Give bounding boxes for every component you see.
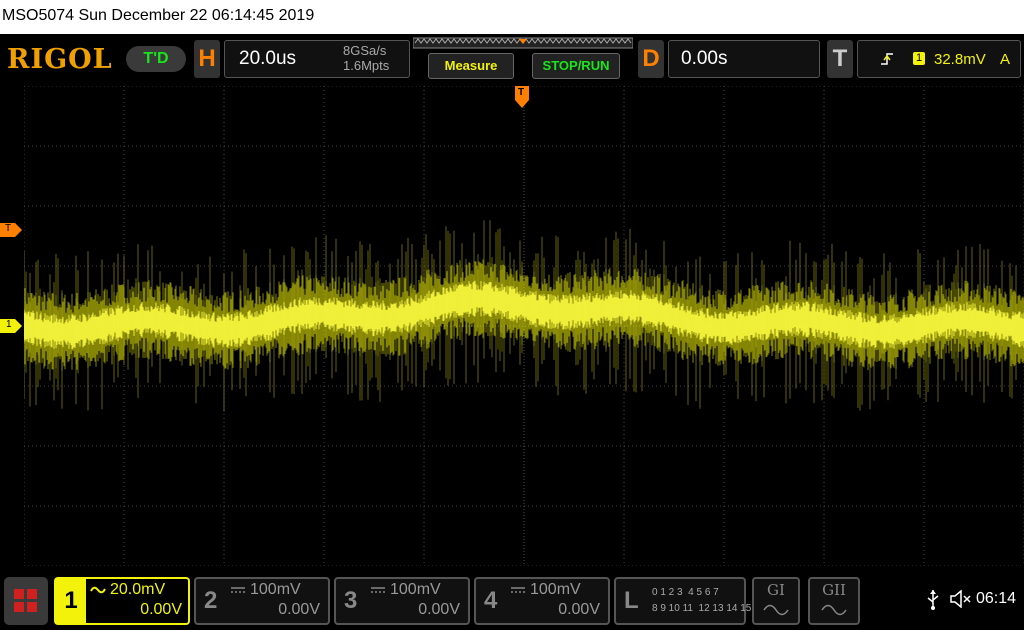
channel1-number: 1 [56, 579, 86, 623]
generator1-button[interactable]: GI [752, 577, 800, 625]
channel2-scale: 100mV [250, 581, 301, 598]
channel4-number: 4 [484, 587, 498, 614]
trigger-panel[interactable]: 1 32.8mV A [857, 40, 1021, 78]
trigger-menu-button[interactable]: T [827, 40, 853, 78]
delay-value: 0.00s [681, 48, 728, 69]
channel3-panel[interactable]: 3 100mV 0.00V [334, 577, 470, 625]
generator2-label: GII [822, 581, 846, 599]
channel4-panel[interactable]: 4 100mV 0.00V [474, 577, 610, 625]
channel1-offset: 0.00V [140, 601, 182, 618]
channel1-offset-marker[interactable]: 1 [0, 319, 22, 333]
trigger-mode: A [1000, 51, 1011, 68]
clock: 06:14 [976, 590, 1017, 607]
dc-coupling-icon [231, 587, 245, 593]
stop-run-button[interactable]: STOP/RUN [532, 53, 620, 79]
trigger-level-marker-label: T [5, 223, 12, 234]
dc-coupling-icon [371, 587, 385, 593]
rigol-logo: RIGOL [7, 44, 113, 75]
channel2-offset: 0.00V [278, 601, 320, 618]
generator2-button[interactable]: GII [808, 577, 860, 625]
title-text: MSO5074 Sun December 22 06:14:45 2019 [2, 7, 315, 24]
channel3-number: 3 [344, 587, 358, 614]
timebase-value: 20.0us [239, 48, 297, 69]
sine-wave-icon [763, 604, 789, 616]
measure-button[interactable]: Measure [428, 53, 514, 79]
trigger-top-label: T [518, 87, 525, 98]
channel3-scale: 100mV [390, 581, 441, 598]
logic-channels-row1: 0 1 2 3 4 5 6 7 [652, 587, 719, 598]
trigger-status-badge: T'D [126, 46, 186, 72]
speaker-muted-icon[interactable] [950, 590, 972, 608]
logic-analyzer-panel[interactable]: L 0 1 2 3 4 5 6 7 8 9 10 11 12 13 14 15 [614, 577, 751, 625]
rising-edge-icon [881, 53, 893, 65]
delay-panel[interactable]: 0.00s [668, 40, 820, 78]
ac-coupling-icon [90, 586, 106, 594]
channel3-offset: 0.00V [418, 601, 460, 618]
memory-position-strip[interactable] [413, 37, 633, 51]
usb-icon [927, 590, 939, 610]
channel4-scale: 100mV [530, 581, 581, 598]
channel2-number: 2 [204, 587, 218, 614]
generator1-label: GI [767, 581, 785, 599]
channel1-panel[interactable]: 1 20.0mV 0.00V [54, 577, 190, 625]
waveform-display[interactable] [24, 86, 1024, 566]
menu-button[interactable] [4, 577, 48, 625]
channel1-marker-label: 1 [6, 319, 12, 330]
channel1-scale: 20.0mV [110, 581, 166, 598]
sine-wave-icon [821, 604, 847, 616]
trigger-position-top-marker[interactable]: T [515, 86, 529, 110]
logic-letter: L [624, 587, 639, 614]
trigger-level: 32.8mV [934, 51, 986, 68]
title-bar: MSO5074 Sun December 22 06:14:45 2019 [0, 0, 1024, 34]
logic-channels-row2: 8 9 10 11 12 13 14 15 [652, 603, 752, 614]
dc-coupling-icon [511, 587, 525, 593]
horizontal-panel[interactable]: 20.0us 8GSa/s 1.6Mpts [224, 40, 410, 78]
memory-depth: 1.6Mpts [343, 58, 390, 73]
trigger-level-marker[interactable]: T [0, 223, 22, 237]
grid-menu-icon [14, 589, 37, 612]
trigger-source-badge: 1 [913, 52, 925, 65]
sample-rate: 8GSa/s [343, 43, 387, 58]
channel2-panel[interactable]: 2 100mV 0.00V [194, 577, 330, 625]
channel4-offset: 0.00V [558, 601, 600, 618]
horizontal-menu-button[interactable]: H [194, 40, 220, 78]
delay-menu-button[interactable]: D [638, 40, 664, 78]
